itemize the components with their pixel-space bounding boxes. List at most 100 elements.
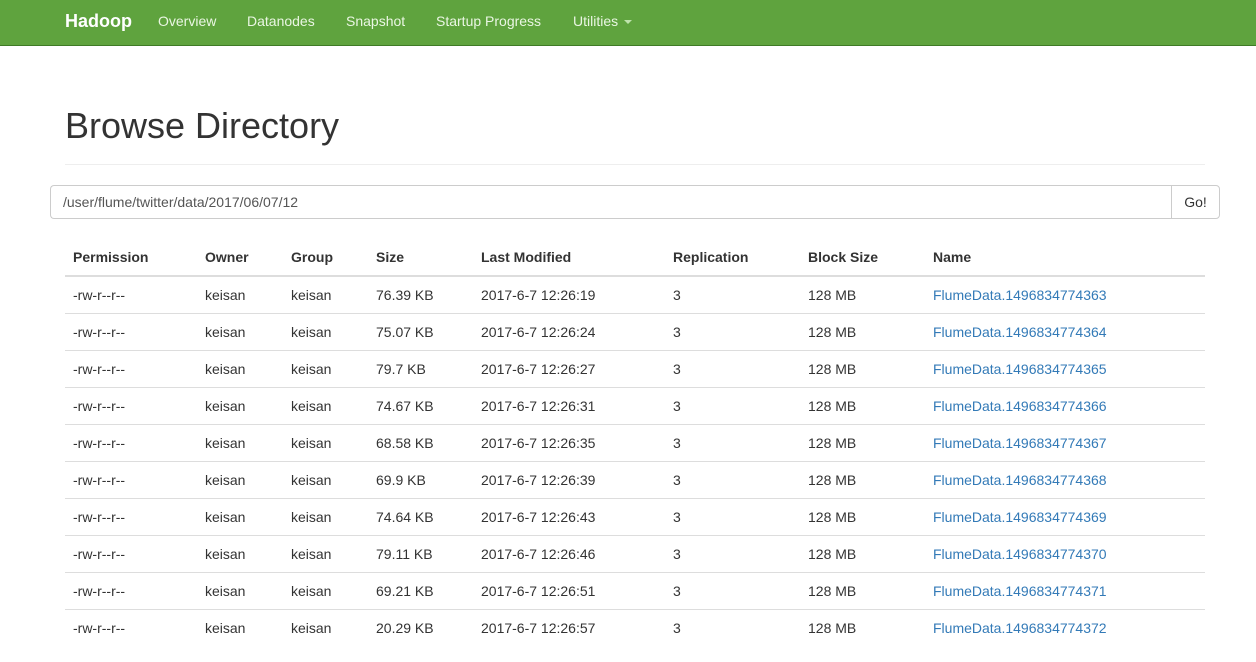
file-name-link[interactable]: FlumeData.1496834774369 [933,509,1107,525]
table-row: -rw-r--r-- keisan keisan 69.9 KB 2017-6-7 12… [65,460,1205,498]
cell-size: 76.39 KB [368,275,473,313]
column-header-last-modified[interactable]: Last Modified [473,239,665,277]
cell-permission: -rw-r--r-- [65,386,197,424]
cell-group: keisan [283,423,368,461]
cell-owner: keisan [197,608,283,646]
cell-owner: keisan [197,534,283,572]
column-header-block-size[interactable]: Block Size [800,239,925,277]
table-row: -rw-r--r-- keisan keisan 74.67 KB 2017-6-7 1… [65,386,1205,424]
nav-snapshot[interactable]: Snapshot [346,0,405,45]
cell-name: FlumeData.1496834774363 [925,275,1205,313]
file-name-link[interactable]: FlumeData.1496834774363 [933,287,1107,303]
nav-datanodes[interactable]: Datanodes [247,0,315,45]
table-row: -rw-r--r-- keisan keisan 68.58 KB 2017-6-7 1… [65,423,1205,461]
column-header-permission[interactable]: Permission [65,239,197,277]
cell-permission: -rw-r--r-- [65,460,197,498]
cell-replication: 3 [665,275,800,313]
file-name-link[interactable]: FlumeData.1496834774370 [933,546,1107,562]
cell-name: FlumeData.1496834774371 [925,571,1205,609]
cell-owner: keisan [197,571,283,609]
file-name-link[interactable]: FlumeData.1496834774365 [933,361,1107,377]
cell-owner: keisan [197,497,283,535]
table-body: -rw-r--r-- keisan keisan 76.39 KB 2017-6-7 1… [65,275,1205,646]
nav-overview[interactable]: Overview [158,0,216,45]
cell-owner: keisan [197,312,283,350]
cell-group: keisan [283,275,368,313]
caret-down-icon [624,20,633,25]
cell-last-modified: 2017-6-7 12:26:27 [473,349,665,387]
cell-owner: keisan [197,275,283,313]
cell-replication: 3 [665,312,800,350]
cell-group: keisan [283,460,368,498]
cell-name: FlumeData.1496834774364 [925,312,1205,350]
cell-permission: -rw-r--r-- [65,423,197,461]
cell-group: keisan [283,386,368,424]
column-header-replication[interactable]: Replication [665,239,800,277]
cell-permission: -rw-r--r-- [65,349,197,387]
cell-size: 79.7 KB [368,349,473,387]
cell-block-size: 128 MB [800,534,925,572]
cell-last-modified: 2017-6-7 12:26:24 [473,312,665,350]
file-name-link[interactable]: FlumeData.1496834774364 [933,324,1107,340]
nav-startup-progress[interactable]: Startup Progress [436,0,541,45]
table-row: -rw-r--r-- keisan keisan 75.07 KB 2017-6-7 1… [65,312,1205,350]
cell-last-modified: 2017-6-7 12:26:57 [473,608,665,646]
cell-last-modified: 2017-6-7 12:26:46 [473,534,665,572]
table-row: -rw-r--r-- keisan keisan 74.64 KB 2017-6-7 1… [65,497,1205,535]
table-row: -rw-r--r-- keisan keisan 69.21 KB 2017-6-7 1… [65,571,1205,609]
brand-logo[interactable]: Hadoop [65,0,132,45]
cell-replication: 3 [665,349,800,387]
cell-block-size: 128 MB [800,423,925,461]
cell-permission: -rw-r--r-- [65,275,197,313]
column-header-group[interactable]: Group [283,239,368,277]
file-name-link[interactable]: FlumeData.1496834774367 [933,435,1107,451]
cell-size: 79.11 KB [368,534,473,572]
cell-block-size: 128 MB [800,608,925,646]
cell-block-size: 128 MB [800,312,925,350]
cell-group: keisan [283,571,368,609]
cell-size: 68.58 KB [368,423,473,461]
cell-permission: -rw-r--r-- [65,497,197,535]
column-header-owner[interactable]: Owner [197,239,283,277]
file-name-link[interactable]: FlumeData.1496834774366 [933,398,1107,414]
cell-replication: 3 [665,534,800,572]
cell-block-size: 128 MB [800,349,925,387]
cell-last-modified: 2017-6-7 12:26:43 [473,497,665,535]
cell-owner: keisan [197,349,283,387]
cell-last-modified: 2017-6-7 12:26:31 [473,386,665,424]
top-navbar: Hadoop Overview Datanodes Snapshot Start… [0,0,1256,46]
cell-size: 69.9 KB [368,460,473,498]
cell-name: FlumeData.1496834774365 [925,349,1205,387]
cell-permission: -rw-r--r-- [65,608,197,646]
cell-last-modified: 2017-6-7 12:26:19 [473,275,665,313]
file-name-link[interactable]: FlumeData.1496834774368 [933,472,1107,488]
nav-utilities-dropdown[interactable]: Utilities [573,0,633,45]
cell-name: FlumeData.1496834774372 [925,608,1205,646]
column-header-name[interactable]: Name [925,239,1205,277]
cell-replication: 3 [665,571,800,609]
cell-size: 20.29 KB [368,608,473,646]
cell-owner: keisan [197,423,283,461]
table-row: -rw-r--r-- keisan keisan 20.29 KB 2017-6-7 1… [65,608,1205,646]
cell-name: FlumeData.1496834774367 [925,423,1205,461]
page-title: Browse Directory [65,105,340,146]
table-header-row: Permission Owner Group Size Last Modified Rep… [65,239,1205,277]
cell-size: 69.21 KB [368,571,473,609]
cell-replication: 3 [665,497,800,535]
column-header-size[interactable]: Size [368,239,473,277]
cell-last-modified: 2017-6-7 12:26:35 [473,423,665,461]
table-row: -rw-r--r-- keisan keisan 79.7 KB 2017-6-7 12… [65,349,1205,387]
file-name-link[interactable]: FlumeData.1496834774371 [933,583,1107,599]
cell-group: keisan [283,312,368,350]
directory-path-input[interactable] [50,185,1172,219]
file-name-link[interactable]: FlumeData.1496834774372 [933,620,1107,636]
cell-size: 74.64 KB [368,497,473,535]
cell-replication: 3 [665,386,800,424]
cell-replication: 3 [665,423,800,461]
cell-size: 74.67 KB [368,386,473,424]
go-button[interactable]: Go! [1171,185,1220,219]
cell-block-size: 128 MB [800,497,925,535]
cell-owner: keisan [197,460,283,498]
table-row: -rw-r--r-- keisan keisan 79.11 KB 2017-6-7 1… [65,534,1205,572]
cell-permission: -rw-r--r-- [65,312,197,350]
